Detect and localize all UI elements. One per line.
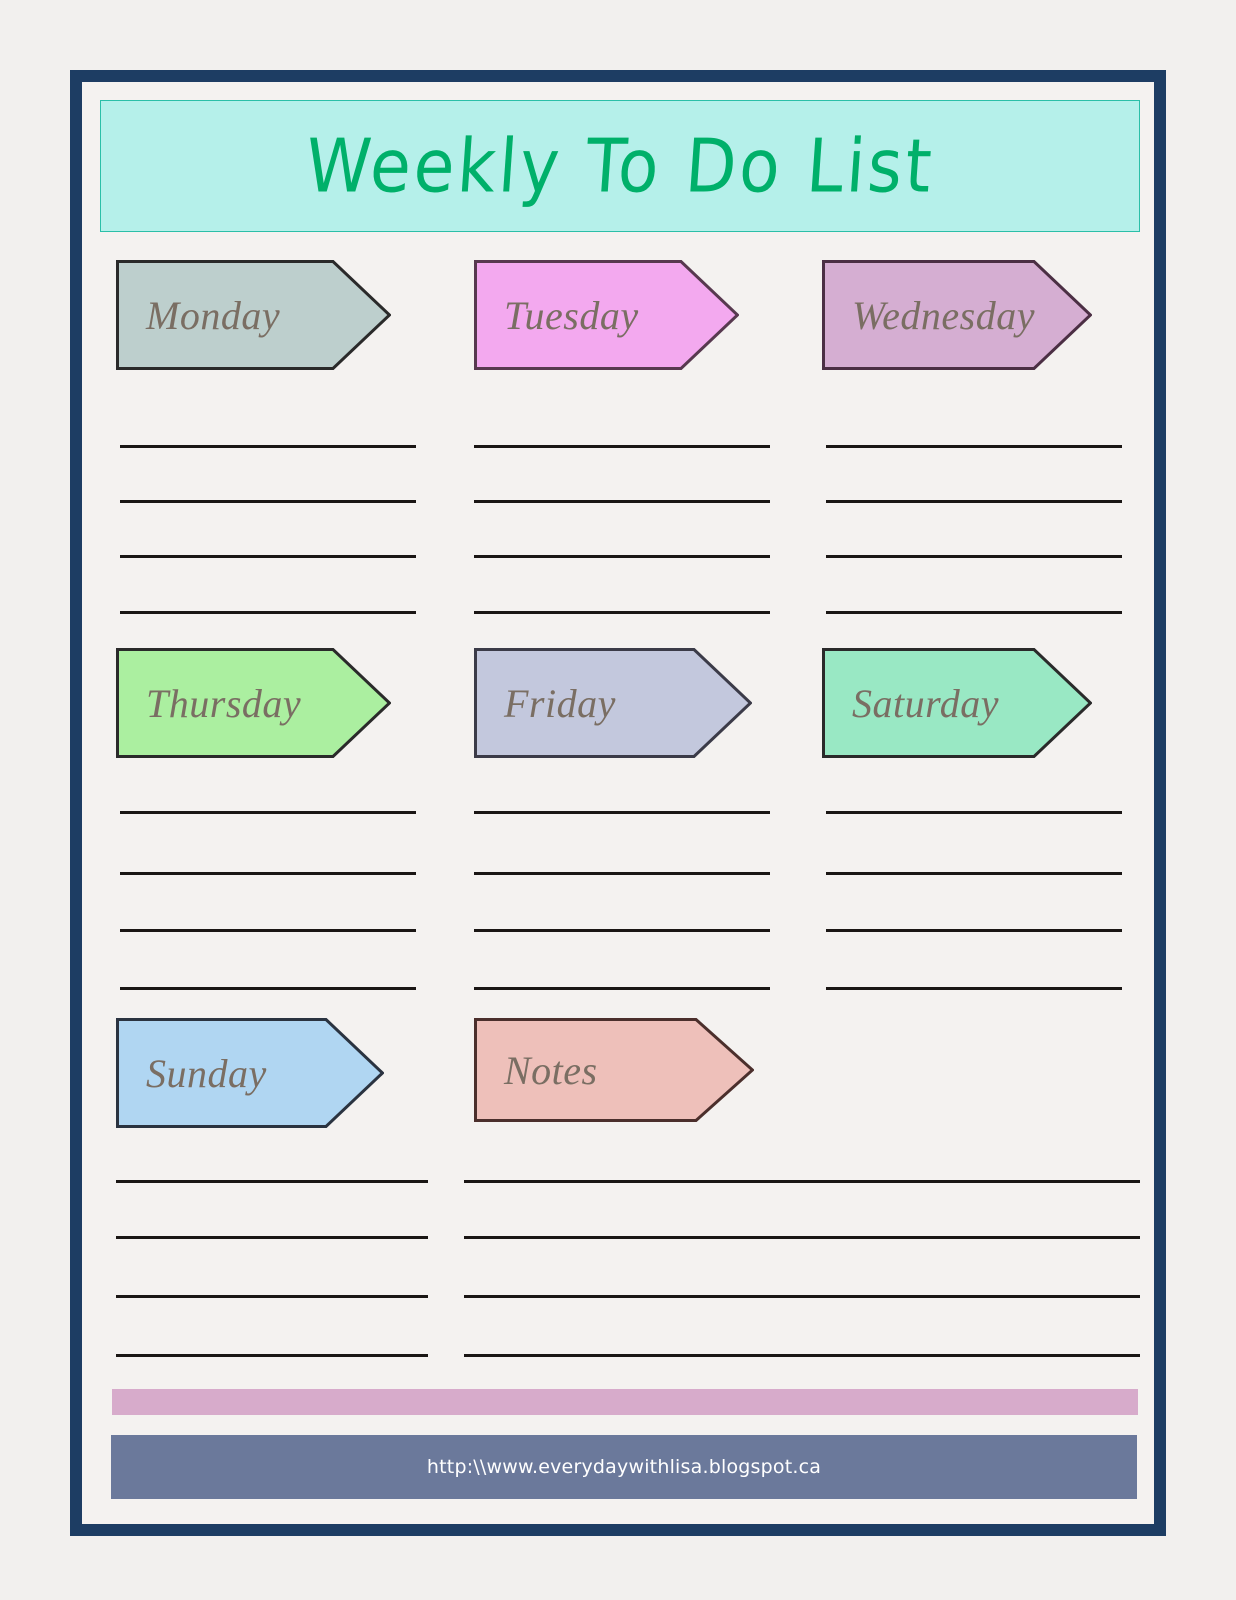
page-sheet: Weekly To Do List Monday Tuesday Wednesd… [82,82,1154,1524]
writing-line [116,1180,428,1183]
writing-line [464,1354,1140,1357]
writing-line [120,811,416,814]
writing-line [120,987,416,990]
writing-line [826,811,1122,814]
writing-line [474,929,770,932]
writing-line [116,1295,428,1298]
writing-line [826,500,1122,503]
writing-line [474,500,770,503]
page-frame: Weekly To Do List Monday Tuesday Wednesd… [70,70,1166,1536]
writing-line [120,500,416,503]
writing-line [120,445,416,448]
writing-line [826,445,1122,448]
writing-line [474,987,770,990]
section-tag-notes: Notes [474,1018,754,1122]
writing-line [826,872,1122,875]
writing-line [464,1236,1140,1239]
section-tag-tuesday: Tuesday [474,260,739,370]
writing-line [464,1295,1140,1298]
section-tag-monday: Monday [116,260,391,370]
writing-line [826,987,1122,990]
section-label-wednesday: Wednesday [852,292,1035,338]
section-tag-friday: Friday [474,648,752,758]
section-label-tuesday: Tuesday [504,292,639,338]
blog-url-text: http:\\www.everydaywithlisa.blogspot.ca [426,1456,822,1478]
section-label-sunday: Sunday [146,1050,267,1096]
section-label-monday: Monday [146,292,281,338]
writing-line [116,1236,428,1239]
section-tag-sunday: Sunday [116,1018,384,1128]
section-tag-saturday: Saturday [822,648,1092,758]
writing-line [120,872,416,875]
writing-line [116,1354,428,1357]
section-label-thursday: Thursday [146,680,302,726]
writing-line [474,811,770,814]
printable-page: Weekly To Do List Monday Tuesday Wednesd… [0,0,1236,1600]
page-title: Weekly To Do List [302,122,938,210]
writing-line [464,1180,1140,1183]
writing-line [474,611,770,614]
section-tag-thursday: Thursday [116,648,391,758]
title-banner: Weekly To Do List [100,100,1140,232]
footer-accent-bar [112,1389,1138,1415]
section-label-friday: Friday [504,680,616,726]
footer-url-bar: http:\\www.everydaywithlisa.blogspot.ca [111,1435,1137,1499]
section-tag-wednesday: Wednesday [822,260,1092,370]
writing-line [474,555,770,558]
writing-line [826,929,1122,932]
writing-line [120,555,416,558]
writing-line [474,445,770,448]
writing-line [826,611,1122,614]
writing-line [120,611,416,614]
writing-line [474,872,770,875]
writing-line [120,929,416,932]
section-label-notes: Notes [504,1047,598,1093]
writing-line [826,555,1122,558]
section-label-saturday: Saturday [852,680,999,726]
